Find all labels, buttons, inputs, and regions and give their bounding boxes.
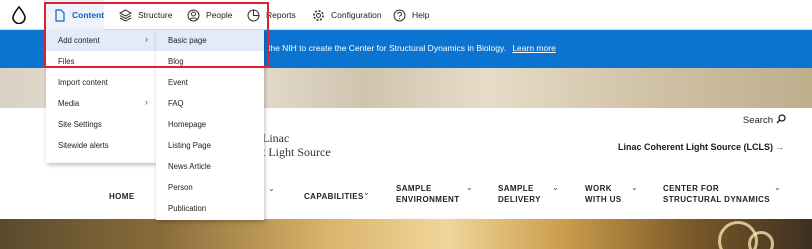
chevron-down-icon: ⌄ bbox=[552, 183, 559, 192]
menu-item-faq[interactable]: FAQ bbox=[156, 93, 264, 114]
menu-item-news-article[interactable]: News Article bbox=[156, 156, 264, 177]
toolbar-help[interactable]: Help bbox=[392, 0, 429, 30]
banner-message: the NIH to create the Center for Structu… bbox=[268, 43, 506, 53]
menu-item-site-settings[interactable]: Site Settings bbox=[46, 114, 156, 135]
menu-item-label: Media bbox=[58, 99, 80, 108]
nav-sample-delivery[interactable]: SAMPLE DELIVERY bbox=[498, 183, 541, 205]
drop-icon[interactable] bbox=[12, 5, 26, 25]
brand-line-1: Linac bbox=[262, 131, 290, 145]
lens-flare bbox=[748, 231, 774, 249]
nav-capabilities[interactable]: CAPABILITIES bbox=[304, 191, 364, 202]
menu-item-label: Import content bbox=[58, 78, 108, 87]
nav-center-line2: STRUCTURAL DYNAMICS bbox=[663, 195, 771, 204]
nav-sample-environment-line1: SAMPLE bbox=[396, 184, 432, 193]
chevron-down-icon: ⌄ bbox=[268, 184, 275, 193]
menu-item-label: Person bbox=[168, 183, 193, 192]
toolbar-configuration-label: Configuration bbox=[331, 10, 382, 20]
gear-icon bbox=[311, 8, 325, 22]
toolbar-configuration[interactable]: Configuration bbox=[311, 0, 382, 30]
chevron-down-icon: ⌄ bbox=[466, 183, 473, 192]
lcls-link-label: Linac Coherent Light Source (LCLS) bbox=[617, 142, 773, 152]
nav-home[interactable]: HOME bbox=[109, 191, 135, 202]
menu-item-label: Site Settings bbox=[58, 120, 102, 129]
nav-work-with-us-line1: WORK bbox=[585, 184, 612, 193]
nav-work-with-us-line2: WITH US bbox=[585, 195, 622, 204]
menu-item-label: Homepage bbox=[168, 120, 207, 129]
search-label: Search bbox=[742, 115, 773, 126]
search-button[interactable]: Search bbox=[743, 114, 786, 127]
arrow-right-icon: → bbox=[775, 142, 784, 152]
brand-line-2: t Light Source bbox=[262, 145, 331, 159]
banner-text: the NIH to create the Center for Structu… bbox=[268, 43, 556, 53]
menu-item-sitewide-alerts[interactable]: Sitewide alerts bbox=[46, 135, 156, 156]
nav-sample-environment-line2: ENVIRONMENT bbox=[396, 195, 460, 204]
help-icon bbox=[392, 8, 406, 22]
menu-item-homepage[interactable]: Homepage bbox=[156, 114, 264, 135]
menu-item-media[interactable]: Media › bbox=[46, 93, 156, 114]
chevron-down-icon: ⌄ bbox=[363, 188, 370, 197]
search-icon bbox=[776, 114, 786, 127]
menu-item-label: FAQ bbox=[168, 99, 184, 108]
menu-item-label: Sitewide alerts bbox=[58, 141, 109, 150]
toolbar-help-label: Help bbox=[412, 10, 430, 20]
learn-more-link[interactable]: Learn more bbox=[512, 43, 555, 53]
menu-item-listing-page[interactable]: Listing Page bbox=[156, 135, 264, 156]
menu-item-event[interactable]: Event bbox=[156, 72, 264, 93]
nav-center-line1: CENTER FOR bbox=[663, 184, 719, 193]
menu-item-label: Event bbox=[168, 78, 188, 87]
nav-sample-delivery-line1: SAMPLE bbox=[498, 184, 534, 193]
chevron-down-icon: ⌄ bbox=[774, 183, 781, 192]
lcls-link[interactable]: Linac Coherent Light Source (LCLS) → bbox=[618, 142, 784, 152]
menu-item-label: News Article bbox=[168, 162, 211, 171]
menu-item-import-content[interactable]: Import content bbox=[46, 72, 156, 93]
annotation-highlight bbox=[44, 2, 269, 68]
menu-item-label: Listing Page bbox=[168, 141, 211, 150]
feature-image bbox=[0, 219, 812, 249]
chevron-right-icon: › bbox=[145, 97, 148, 107]
menu-item-publication[interactable]: Publication bbox=[156, 198, 264, 219]
menu-item-label: Publication bbox=[168, 204, 207, 213]
menu-item-person[interactable]: Person bbox=[156, 177, 264, 198]
chevron-down-icon: ⌄ bbox=[631, 183, 638, 192]
nav-sample-environment[interactable]: SAMPLE ENVIRONMENT bbox=[396, 183, 460, 205]
toolbar-reports-label: Reports bbox=[266, 10, 296, 20]
nav-work-with-us[interactable]: WORK WITH US bbox=[585, 183, 622, 205]
nav-center-structural-dynamics[interactable]: CENTER FOR STRUCTURAL DYNAMICS bbox=[663, 183, 770, 205]
nav-sample-delivery-line2: DELIVERY bbox=[498, 195, 541, 204]
